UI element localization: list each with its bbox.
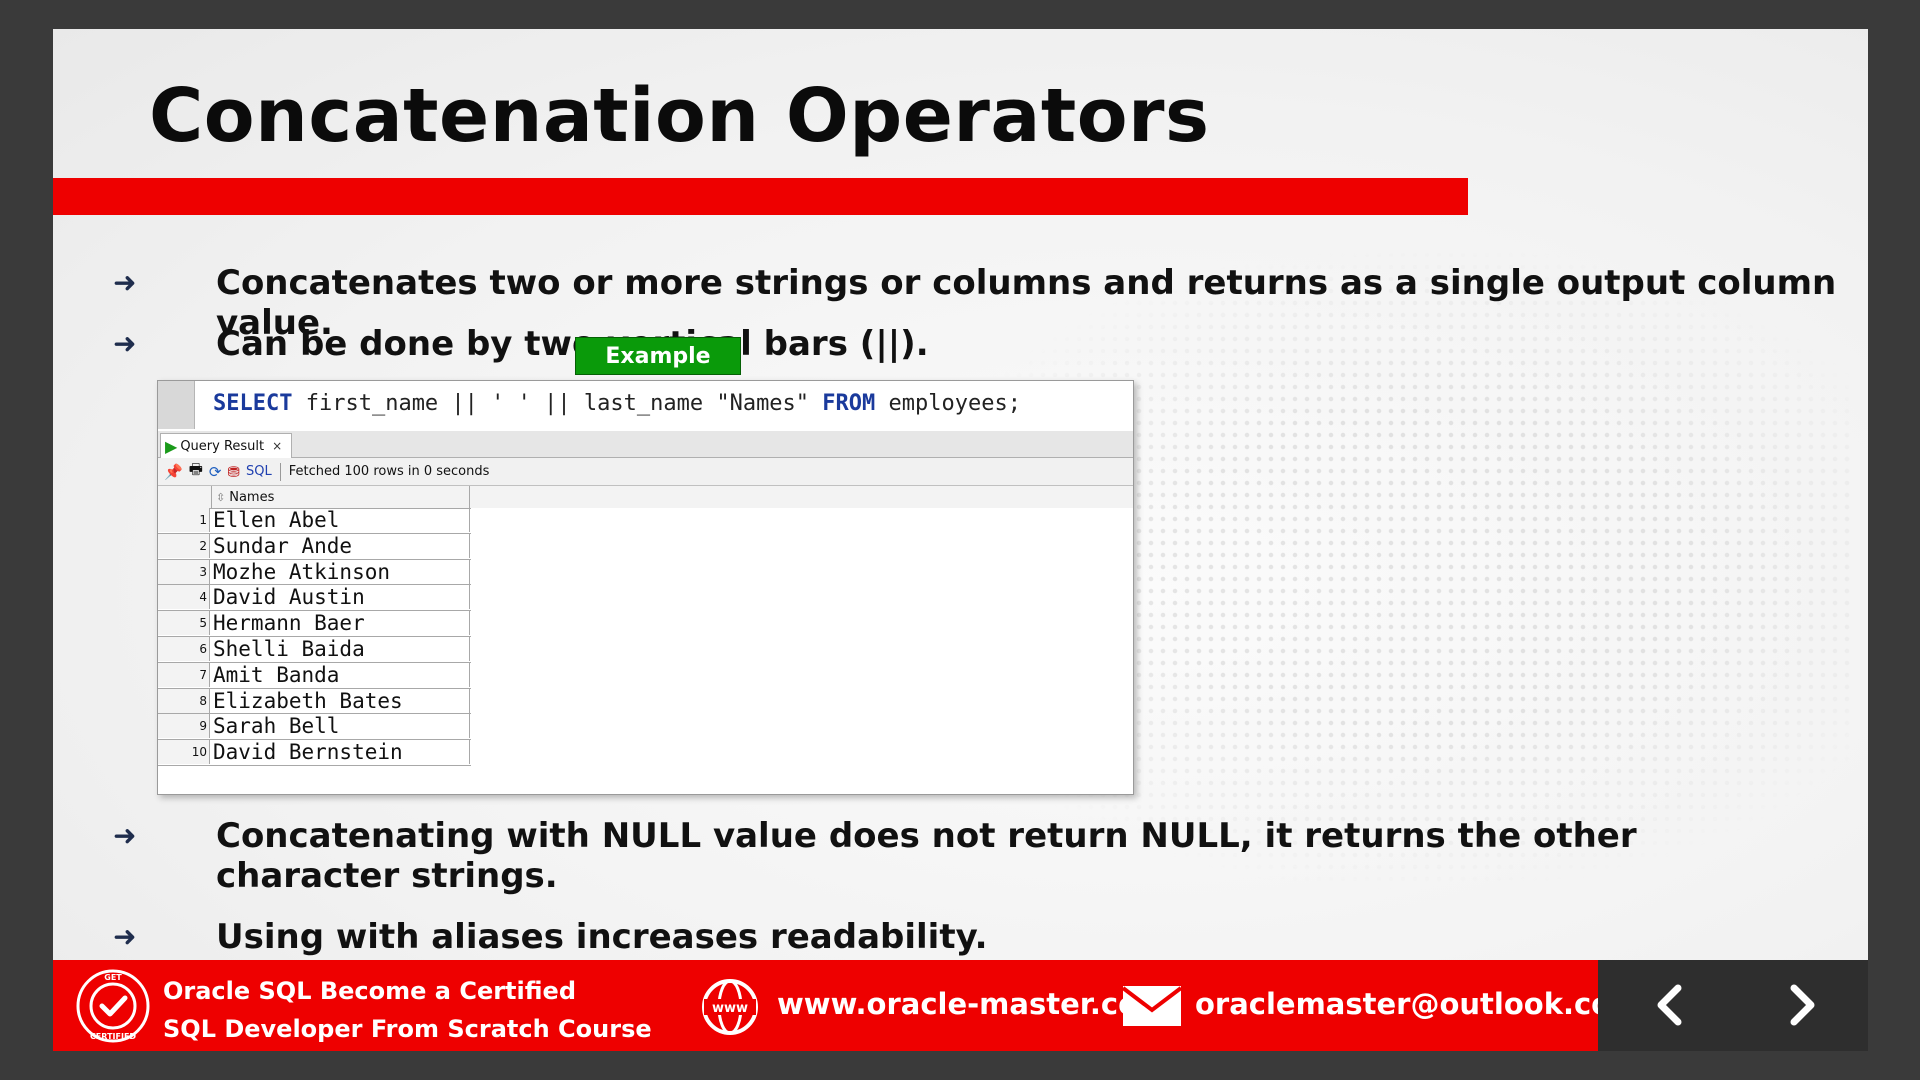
- table-row[interactable]: 2 Sundar Ande: [158, 533, 471, 560]
- sql-button[interactable]: SQL: [246, 464, 272, 479]
- bullet-item: ➜ Can be done by two vertical bars (||).: [113, 324, 1853, 364]
- sql-statement: SELECT first_name || ' ' || last_name "N…: [213, 391, 1021, 416]
- tab-label: Query Result: [180, 438, 265, 454]
- chevron-right-icon[interactable]: [1776, 980, 1826, 1030]
- editor-gutter: [158, 381, 195, 429]
- arrow-right-icon: ➜: [113, 920, 137, 953]
- sql-keyword: FROM: [822, 391, 876, 416]
- refresh-icon[interactable]: ⟳: [209, 463, 222, 481]
- row-number: 3: [158, 559, 210, 584]
- table-row[interactable]: 6 Shelli Baida: [158, 636, 471, 663]
- table-row[interactable]: 3 Mozhe Atkinson: [158, 559, 471, 586]
- toolbar-divider: [279, 462, 281, 481]
- print-icon[interactable]: 🖶: [189, 459, 203, 484]
- bullet-text: Can be done by two vertical bars (||).: [216, 324, 929, 364]
- table-row[interactable]: 1 Ellen Abel: [158, 508, 471, 534]
- cell-name[interactable]: David Austin: [211, 585, 470, 610]
- result-toolbar: 📌 🖶 ⟳ ⛃ SQL Fetched 100 rows in 0 second…: [158, 458, 1133, 486]
- sql-expression: first_name || ' ' || last_name "Names": [292, 391, 823, 416]
- table-row[interactable]: 10 David Bernstein: [158, 740, 471, 766]
- pin-icon[interactable]: 📌: [164, 463, 183, 481]
- cell-name[interactable]: Sundar Ande: [211, 533, 470, 558]
- row-number: 4: [158, 585, 210, 610]
- status-text: Fetched 100 rows in 0 seconds: [288, 464, 490, 479]
- bullet-text: Concatenating with NULL value does not r…: [216, 816, 1637, 896]
- result-tabstrip: ▶ Query Result ×: [158, 431, 1133, 458]
- slide: Concatenation Operators ➜ Concatenates t…: [53, 29, 1868, 1051]
- svg-text:CERTIFIED: CERTIFIED: [90, 1032, 136, 1041]
- course-line-1: Oracle SQL Become a Certified: [163, 977, 577, 1005]
- footer-bar: GET CERTIFIED Oracle SQL Become a Certif…: [53, 960, 1641, 1051]
- course-line-2: SQL Developer From Scratch Course: [163, 1015, 652, 1043]
- grid-empty-area: [471, 508, 1133, 794]
- get-certified-logo-icon: GET CERTIFIED: [76, 969, 150, 1043]
- row-number: 9: [158, 714, 210, 739]
- column-header-names[interactable]: ⇳ Names: [211, 486, 470, 508]
- navigation-bar: [1598, 960, 1868, 1051]
- row-number: 1: [158, 508, 210, 532]
- column-header-label: Names: [229, 489, 275, 505]
- title-underline-bar: [53, 178, 1468, 215]
- cell-name[interactable]: Elizabeth Bates: [211, 688, 470, 713]
- bullet-text: Using with aliases increases readability…: [216, 917, 988, 957]
- table-row[interactable]: 9 Sarah Bell: [158, 714, 471, 741]
- table-row[interactable]: 7 Amit Banda: [158, 662, 471, 689]
- play-icon: ▶: [165, 436, 178, 456]
- row-number: 7: [158, 662, 210, 687]
- course-name: Oracle SQL Become a Certified SQL Develo…: [163, 972, 652, 1048]
- website-link[interactable]: www.oracle-master.com: [777, 987, 1168, 1021]
- cell-name[interactable]: Amit Banda: [211, 662, 470, 687]
- sql-table: employees;: [875, 391, 1021, 416]
- arrow-right-icon: ➜: [113, 819, 137, 852]
- row-number: 6: [158, 636, 210, 661]
- cell-name[interactable]: David Bernstein: [211, 740, 470, 765]
- email-link[interactable]: oraclemaster@outlook.com: [1195, 987, 1641, 1021]
- cell-name[interactable]: Sarah Bell: [211, 714, 470, 739]
- svg-text:GET: GET: [104, 973, 122, 982]
- table-row[interactable]: 8 Elizabeth Bates: [158, 688, 471, 715]
- row-number: 2: [158, 533, 210, 558]
- chevron-left-icon[interactable]: [1646, 980, 1696, 1030]
- sql-keyword: SELECT: [213, 391, 293, 416]
- cell-name[interactable]: Hermann Baer: [211, 611, 470, 636]
- row-number: 5: [158, 611, 210, 636]
- mail-icon: [1121, 986, 1183, 1026]
- page-title: Concatenation Operators: [149, 73, 1210, 159]
- bullet-item: ➜ Using with aliases increases readabili…: [113, 917, 1853, 957]
- arrow-right-icon: ➜: [113, 327, 137, 360]
- result-rows: 1 Ellen Abel 2 Sundar Ande 3 Mozhe Atkinson…: [158, 508, 471, 766]
- table-row[interactable]: 5 Hermann Baer: [158, 611, 471, 637]
- cell-name[interactable]: Mozhe Atkinson: [211, 559, 470, 584]
- table-row[interactable]: 4 David Austin: [158, 585, 471, 612]
- bullet-item: ➜ Concatenating with NULL value does not…: [113, 816, 1853, 896]
- row-number: 8: [158, 688, 210, 713]
- globe-www-icon: www: [702, 979, 758, 1035]
- sql-developer-window: SELECT first_name || ' ' || last_name "N…: [157, 380, 1134, 795]
- export-icon[interactable]: ⛃: [227, 463, 240, 481]
- row-number: 10: [158, 740, 210, 765]
- cell-name[interactable]: Ellen Abel: [211, 508, 470, 532]
- grid-header: ⇳ Names: [158, 486, 1133, 509]
- example-label: Example: [575, 337, 741, 375]
- sql-editor[interactable]: SELECT first_name || ' ' || last_name "N…: [158, 381, 1133, 429]
- arrow-right-icon: ➜: [113, 266, 137, 299]
- sort-icon: ⇳: [216, 490, 226, 504]
- svg-text:www: www: [712, 1001, 748, 1016]
- close-icon[interactable]: ×: [272, 439, 282, 453]
- cell-name[interactable]: Shelli Baida: [211, 636, 470, 661]
- tab-query-result[interactable]: ▶ Query Result ×: [160, 433, 292, 458]
